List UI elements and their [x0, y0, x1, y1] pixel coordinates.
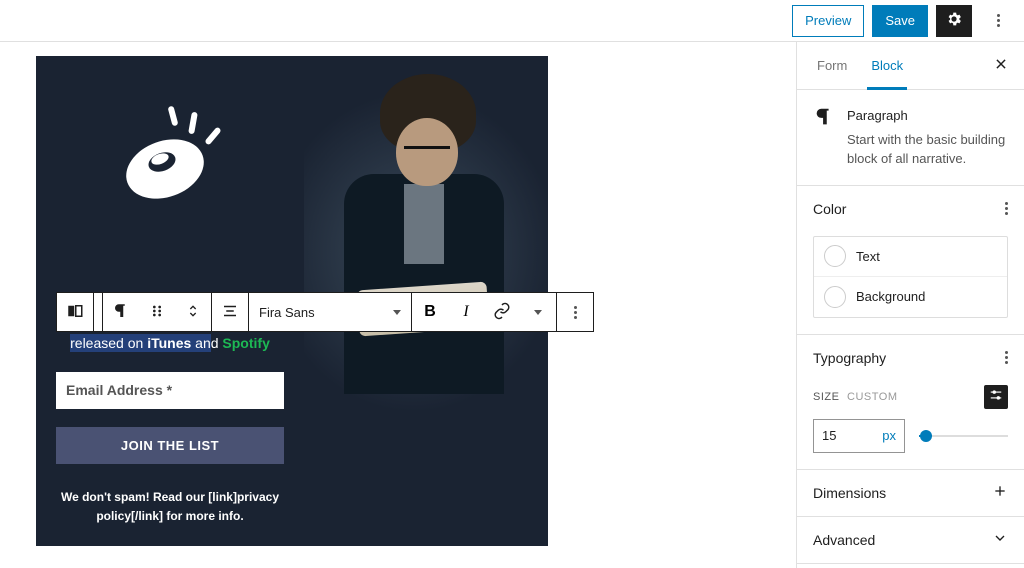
chevron-down-icon [393, 310, 401, 315]
more-button[interactable] [980, 5, 1016, 37]
block-title: Paragraph [847, 106, 1008, 126]
move-vert-icon [185, 303, 201, 322]
align-button[interactable] [212, 293, 248, 331]
text-swatch [824, 245, 846, 267]
selection-line2a: released on [70, 335, 147, 351]
drag-handle[interactable] [139, 293, 175, 331]
panel-advanced: Advanced [797, 517, 1024, 564]
d-text: d [211, 335, 223, 351]
size-settings-button[interactable] [984, 385, 1008, 409]
panel-typography-head[interactable]: Typography [797, 335, 1024, 381]
more-format-button[interactable] [520, 293, 556, 331]
font-size-value: 15 [822, 428, 836, 443]
block-desc: Start with the basic building block of a… [847, 130, 1008, 169]
settings-sidebar: Form Block Paragraph Start with the basi… [796, 42, 1024, 568]
panel-advanced-title: Advanced [813, 532, 875, 548]
email-field[interactable] [56, 372, 284, 409]
kebab-icon [997, 14, 1000, 27]
panel-typography: Typography SIZE CUSTOM [797, 335, 1024, 470]
link-button[interactable] [484, 293, 520, 331]
size-label: SIZE [813, 391, 839, 403]
tab-form[interactable]: Form [805, 42, 859, 89]
color-bg-label: Background [856, 289, 925, 304]
kebab-icon [574, 306, 577, 319]
color-background-row[interactable]: Background [814, 277, 1007, 317]
itunes-text: iTunes [147, 335, 191, 351]
bold-button[interactable]: B [412, 293, 448, 331]
pilcrow-icon [813, 106, 835, 169]
toolbar-more-button[interactable] [557, 293, 593, 331]
size-mode: CUSTOM [847, 391, 897, 403]
panel-color: Color Text Background [797, 186, 1024, 335]
move-button[interactable] [175, 293, 211, 331]
close-icon [994, 59, 1008, 74]
slider-thumb[interactable] [920, 430, 932, 442]
link-icon [493, 302, 511, 323]
tab-block[interactable]: Block [859, 42, 915, 89]
speaker-logo-icon [100, 84, 240, 217]
panel-dimensions-title: Dimensions [813, 485, 886, 501]
block-info: Paragraph Start with the basic building … [797, 90, 1024, 186]
save-button[interactable]: Save [872, 5, 928, 37]
color-text-row[interactable]: Text [814, 237, 1007, 277]
panel-dimensions: Dimensions [797, 470, 1024, 517]
kebab-icon [1005, 202, 1008, 215]
panel-advanced-head[interactable]: Advanced [797, 517, 1024, 563]
split-icon [66, 302, 84, 323]
plus-icon [992, 483, 1008, 502]
font-size-input[interactable]: 15 px [813, 419, 905, 453]
transform-button[interactable] [103, 293, 139, 331]
editor-canvas: Be the first to know when our album is r… [0, 42, 796, 568]
gear-icon [945, 10, 963, 31]
panel-color-title: Color [813, 201, 846, 217]
italic-icon: I [463, 303, 468, 321]
join-list-button[interactable]: JOIN THE LIST [56, 427, 284, 464]
kebab-icon [1005, 351, 1008, 364]
color-text-label: Text [856, 249, 880, 264]
font-size-slider[interactable] [919, 435, 1008, 437]
pilcrow-icon [112, 302, 130, 323]
preview-button[interactable]: Preview [792, 5, 864, 37]
bold-icon: B [424, 303, 436, 321]
settings-button[interactable] [936, 5, 972, 37]
chevron-down-icon [992, 530, 1008, 549]
panel-typography-title: Typography [813, 350, 886, 366]
chevron-down-icon [534, 310, 542, 315]
background-swatch [824, 286, 846, 308]
sliders-icon [989, 388, 1003, 405]
and-text: an [191, 335, 210, 351]
drag-icon [149, 303, 165, 322]
block-toolbar: Fira Sans B I [56, 292, 594, 332]
align-icon [221, 302, 239, 323]
editor-topbar: Preview Save [0, 0, 1024, 42]
sidebar-tabs: Form Block [797, 42, 1024, 90]
panel-color-head[interactable]: Color [797, 186, 1024, 232]
font-size-unit: px [882, 428, 896, 443]
form-footer-text: We don't spam! Read our [link]privacy po… [61, 488, 279, 526]
spotify-text: Spotify [222, 335, 269, 351]
block-type-button[interactable] [57, 293, 93, 331]
font-select[interactable]: Fira Sans [249, 293, 411, 331]
panel-dimensions-head[interactable]: Dimensions [797, 470, 1024, 516]
italic-button[interactable]: I [448, 293, 484, 331]
close-sidebar-button[interactable] [994, 57, 1008, 74]
font-value: Fira Sans [259, 305, 315, 320]
